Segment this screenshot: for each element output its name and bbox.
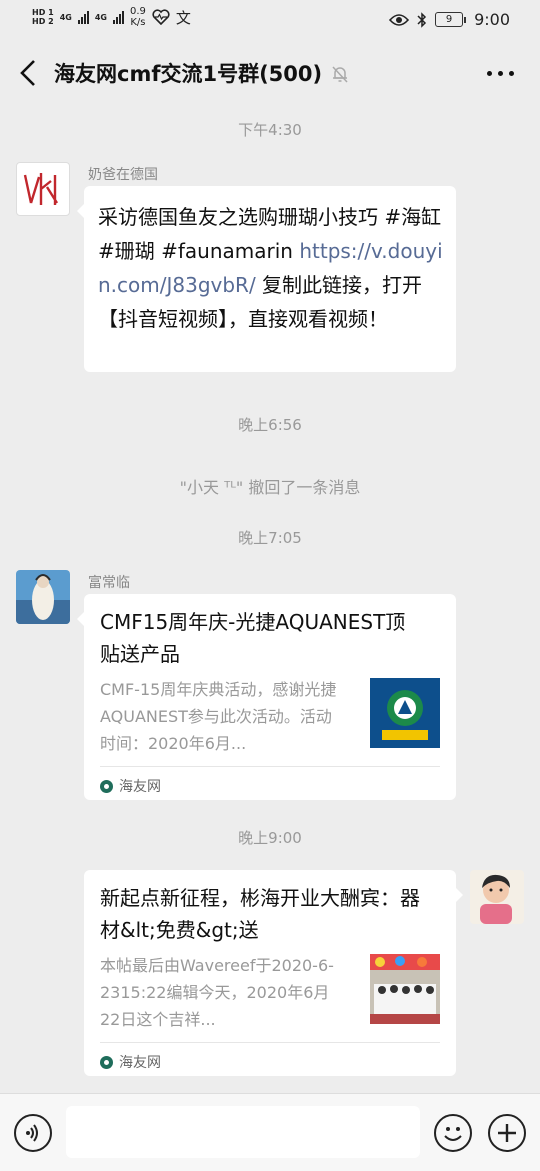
card-divider <box>100 1042 440 1043</box>
avatar[interactable] <box>470 870 524 924</box>
voice-icon[interactable] <box>14 1114 52 1152</box>
status-bar: HD 1 HD 2 4G 4G 0.9 K/s 文 9 9:00 <box>0 0 540 40</box>
status-right: 9 9:00 <box>389 10 510 29</box>
recall-notice: "小天 ᵀᴸ" 撤回了一条消息 <box>179 478 361 497</box>
status-left: HD 1 HD 2 4G 4G 0.9 K/s 文 <box>32 6 191 28</box>
input-bar <box>0 1093 540 1171</box>
card-title: CMF15周年庆-光捷AQUANEST顶贴送产品 <box>100 610 406 666</box>
hd-indicators: HD 1 HD 2 <box>32 8 54 26</box>
timestamp: 晚上9:00 <box>238 829 302 847</box>
signal1-icon <box>77 10 89 24</box>
emoji-icon[interactable] <box>434 1114 472 1152</box>
user-avatar-image <box>470 870 524 924</box>
plus-icon[interactable] <box>488 1114 526 1152</box>
chat-title: 海友网cmf交流1号群(500) <box>54 62 323 86</box>
timestamp: 晚上6:56 <box>238 416 302 434</box>
more-dots-icon[interactable] <box>487 71 514 76</box>
card-description: 本帖最后由Wavereef于2020-6-2315:22编辑今天，2020年6月… <box>100 956 334 1029</box>
speed-unit: K/s <box>130 17 146 28</box>
network1-label: 4G <box>59 12 72 22</box>
card-source-label: 海友网 <box>119 779 161 795</box>
battery-level: 9 <box>435 12 464 27</box>
card-description: CMF-15周年庆典活动，感谢光捷AQUANEST参与此次活动。活动时间：202… <box>100 680 337 753</box>
card-thumbnail-image <box>370 678 440 748</box>
hd2-label: HD 2 <box>32 17 54 26</box>
card-source-label: 海友网 <box>119 1055 161 1071</box>
card-source: 海友网 <box>100 776 161 796</box>
signal2-icon <box>112 10 124 24</box>
card-thumbnail <box>370 954 440 1024</box>
avatar[interactable] <box>16 570 70 624</box>
message-bubble[interactable]: 采访德国鱼友之选购珊瑚小技巧 #海缸 #珊瑚 #faunamarin https… <box>77 186 456 372</box>
smile-face-icon <box>444 1127 462 1141</box>
heart-health-icon <box>152 9 170 25</box>
voice-waves-icon <box>26 1124 38 1142</box>
chat-header: 海友网cmf交流1号群(500) <box>0 40 540 106</box>
source-logo-icon <box>100 1055 113 1069</box>
avatar[interactable] <box>16 162 70 216</box>
logo-avatar-image <box>23 173 59 205</box>
card-divider <box>100 766 440 767</box>
eye-icon <box>389 13 410 26</box>
speed-value: 0.9 <box>129 6 146 17</box>
hd1-label: HD 1 <box>32 8 54 17</box>
link-card[interactable]: CMF15周年庆-光捷AQUANEST顶贴送产品 CMF-15周年庆典活动，感谢… <box>77 594 456 800</box>
sender-name: 奶爸在德国 <box>88 167 158 183</box>
card-title: 新起点新征程，彬海开业大酬宾：器材&lt;免费&gt;送 <box>100 886 420 942</box>
timestamp: 下午4:30 <box>238 121 302 139</box>
message-text: 采访德国鱼友之选购珊瑚小技巧 #海缸 #珊瑚 #faunamarin https… <box>84 186 456 348</box>
card-source: 海友网 <box>100 1052 161 1072</box>
card-thumbnail <box>370 678 440 748</box>
link-card[interactable]: 新起点新征程，彬海开业大酬宾：器材&lt;免费&gt;送 本帖最后由Wavere… <box>84 870 463 1076</box>
network-speed: 0.9 K/s <box>130 6 146 28</box>
sender-name: 富常临 <box>88 575 130 591</box>
network2-label: 4G <box>94 12 107 22</box>
bell-off-icon <box>332 66 348 83</box>
card-thumbnail-image <box>370 954 440 1024</box>
status-time: 9:00 <box>474 10 510 29</box>
battery-icon: 9 <box>435 12 467 27</box>
chevron-left-icon[interactable] <box>16 58 40 88</box>
user-avatar-image <box>16 570 70 624</box>
translate-icon: 文 <box>175 8 191 27</box>
bluetooth-icon <box>417 11 427 28</box>
plus-sign-icon <box>498 1124 516 1142</box>
source-logo-icon <box>100 779 113 793</box>
message-input[interactable] <box>66 1106 420 1158</box>
timestamp: 晚上7:05 <box>238 529 302 547</box>
